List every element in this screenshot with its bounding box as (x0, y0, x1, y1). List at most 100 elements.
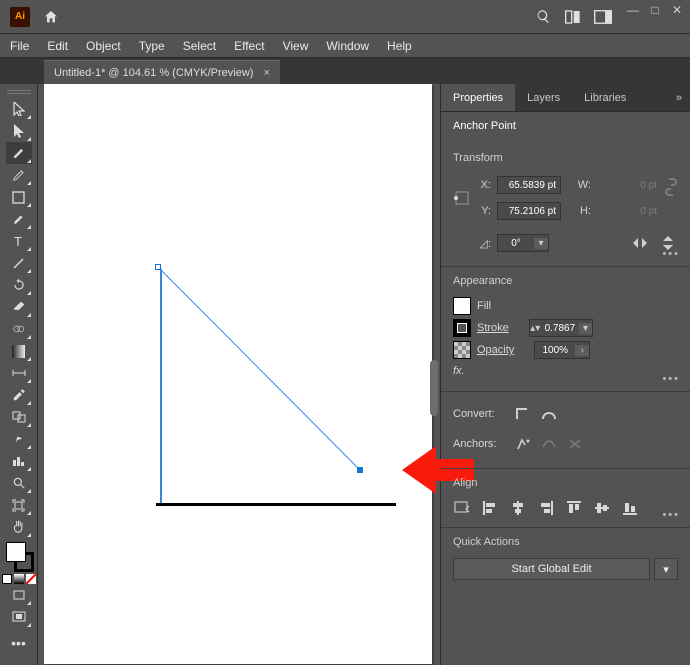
paintbrush-tool[interactable] (6, 208, 32, 230)
menu-select[interactable]: Select (183, 39, 216, 53)
more-options-icon[interactable]: ••• (662, 509, 680, 521)
stroke-swatch-button[interactable] (453, 319, 471, 337)
rectangle-tool[interactable] (6, 186, 32, 208)
panel-menu-icon[interactable]: » (668, 92, 690, 104)
opacity-swatch-button[interactable] (453, 341, 471, 359)
convert-smooth-icon[interactable] (539, 404, 559, 424)
close-tab-icon[interactable]: × (263, 67, 269, 79)
symbol-sprayer-tool[interactable] (6, 428, 32, 450)
canvas[interactable] (38, 84, 440, 665)
toolbar-grip[interactable] (7, 88, 31, 96)
document-tab[interactable]: Untitled-1* @ 104.61 % (CMYK/Preview) × (44, 60, 280, 84)
stroke-weight-input[interactable]: ▴▾ 0.7867▾ (529, 319, 593, 337)
remove-anchor-icon[interactable] (513, 434, 533, 454)
eyedropper-tool[interactable] (6, 384, 32, 406)
fill-stroke-swatch[interactable] (4, 542, 34, 572)
menu-window[interactable]: Window (326, 39, 369, 53)
convert-corner-icon[interactable] (513, 404, 533, 424)
home-icon[interactable] (36, 2, 66, 32)
menu-object[interactable]: Object (86, 39, 121, 53)
maximize-button[interactable]: □ (646, 3, 664, 17)
blend-tool[interactable] (6, 406, 32, 428)
fx-button[interactable]: fx. (453, 365, 465, 377)
align-vcenter-icon[interactable] (593, 499, 611, 517)
menu-effect[interactable]: Effect (234, 39, 264, 53)
path-segment-diagonal[interactable] (158, 267, 361, 471)
anchor-point-end[interactable] (357, 467, 363, 473)
more-options-icon[interactable]: ••• (662, 373, 680, 385)
search-icon[interactable] (528, 2, 558, 32)
align-left-icon[interactable] (481, 499, 499, 517)
edit-toolbar-icon[interactable]: ••• (6, 632, 32, 654)
quick-action-menu-icon[interactable]: ▾ (654, 558, 678, 580)
align-hcenter-icon[interactable] (509, 499, 527, 517)
path-segment-base[interactable] (156, 503, 396, 506)
pen-tool[interactable] (6, 142, 32, 164)
properties-panel: Properties Layers Libraries » Anchor Poi… (440, 84, 690, 665)
opacity-input[interactable]: 100%› (534, 341, 590, 359)
align-top-icon[interactable] (565, 499, 583, 517)
menu-help[interactable]: Help (387, 39, 412, 53)
align-section: Align ••• (441, 469, 690, 528)
document-tab-label: Untitled-1* @ 104.61 % (CMYK/Preview) (54, 67, 253, 79)
menu-edit[interactable]: Edit (47, 39, 68, 53)
opacity-label: Opacity (477, 344, 514, 356)
tab-properties[interactable]: Properties (441, 84, 515, 111)
artboard-tool[interactable] (6, 494, 32, 516)
draw-mode-icon[interactable] (6, 584, 32, 606)
screen-mode-icon[interactable] (6, 606, 32, 628)
menu-view[interactable]: View (283, 39, 309, 53)
menu-type[interactable]: Type (139, 39, 165, 53)
align-bottom-icon[interactable] (621, 499, 639, 517)
minimize-button[interactable]: — (624, 3, 642, 17)
column-graph-tool[interactable] (6, 450, 32, 472)
rotate-tool[interactable] (6, 274, 32, 296)
rotate-input[interactable]: 0°▾ (497, 234, 549, 252)
anchor-point-top[interactable] (155, 264, 161, 270)
fill-label: Fill (477, 300, 491, 312)
cut-anchor-icon (565, 434, 585, 454)
selection-type-label: Anchor Point (453, 120, 678, 132)
more-options-icon[interactable]: ••• (662, 248, 680, 260)
align-right-icon[interactable] (537, 499, 555, 517)
link-wh-icon[interactable] (664, 178, 678, 196)
line-tool[interactable] (6, 252, 32, 274)
reference-point-icon[interactable] (453, 191, 471, 205)
workspace-icon[interactable] (588, 2, 618, 32)
start-global-edit-button[interactable]: Start Global Edit (453, 558, 650, 580)
h-input: 0 pt (597, 202, 661, 220)
menubar: File Edit Object Type Select Effect View… (0, 34, 690, 58)
y-input[interactable]: 75.2106 pt (497, 202, 561, 220)
app-logo: Ai (10, 7, 30, 27)
selection-tool[interactable] (6, 98, 32, 120)
anchors-label: Anchors: (453, 438, 507, 450)
x-label: X: (475, 179, 491, 191)
document-tab-bar: Untitled-1* @ 104.61 % (CMYK/Preview) × (0, 58, 690, 84)
x-input[interactable]: 65.5839 pt (497, 176, 561, 194)
gradient-icon[interactable] (14, 574, 24, 584)
vertical-scrollbar[interactable] (430, 360, 438, 416)
type-tool[interactable]: T (6, 230, 32, 252)
close-button[interactable]: ✕ (668, 3, 686, 17)
curvature-tool[interactable] (6, 164, 32, 186)
align-to-dropdown[interactable] (453, 499, 471, 517)
flip-horizontal-icon[interactable] (630, 233, 650, 253)
tab-layers[interactable]: Layers (515, 84, 572, 111)
fill-swatch-button[interactable] (453, 297, 471, 315)
zoom-tool[interactable] (6, 472, 32, 494)
hand-tool[interactable] (6, 516, 32, 538)
shape-builder-tool[interactable] (6, 318, 32, 340)
svg-text:T: T (14, 235, 22, 247)
width-tool[interactable] (6, 362, 32, 384)
artboard[interactable] (44, 84, 432, 664)
direct-selection-tool[interactable] (6, 120, 32, 142)
arrange-docs-icon[interactable] (558, 2, 588, 32)
color-icon[interactable] (2, 574, 12, 584)
eraser-tool[interactable] (6, 296, 32, 318)
none-icon[interactable] (26, 574, 36, 584)
menu-file[interactable]: File (10, 39, 29, 53)
main-row: T ••• (0, 84, 690, 665)
tab-libraries[interactable]: Libraries (572, 84, 638, 111)
gradient-tool[interactable] (6, 340, 32, 362)
fill-swatch[interactable] (6, 542, 26, 562)
